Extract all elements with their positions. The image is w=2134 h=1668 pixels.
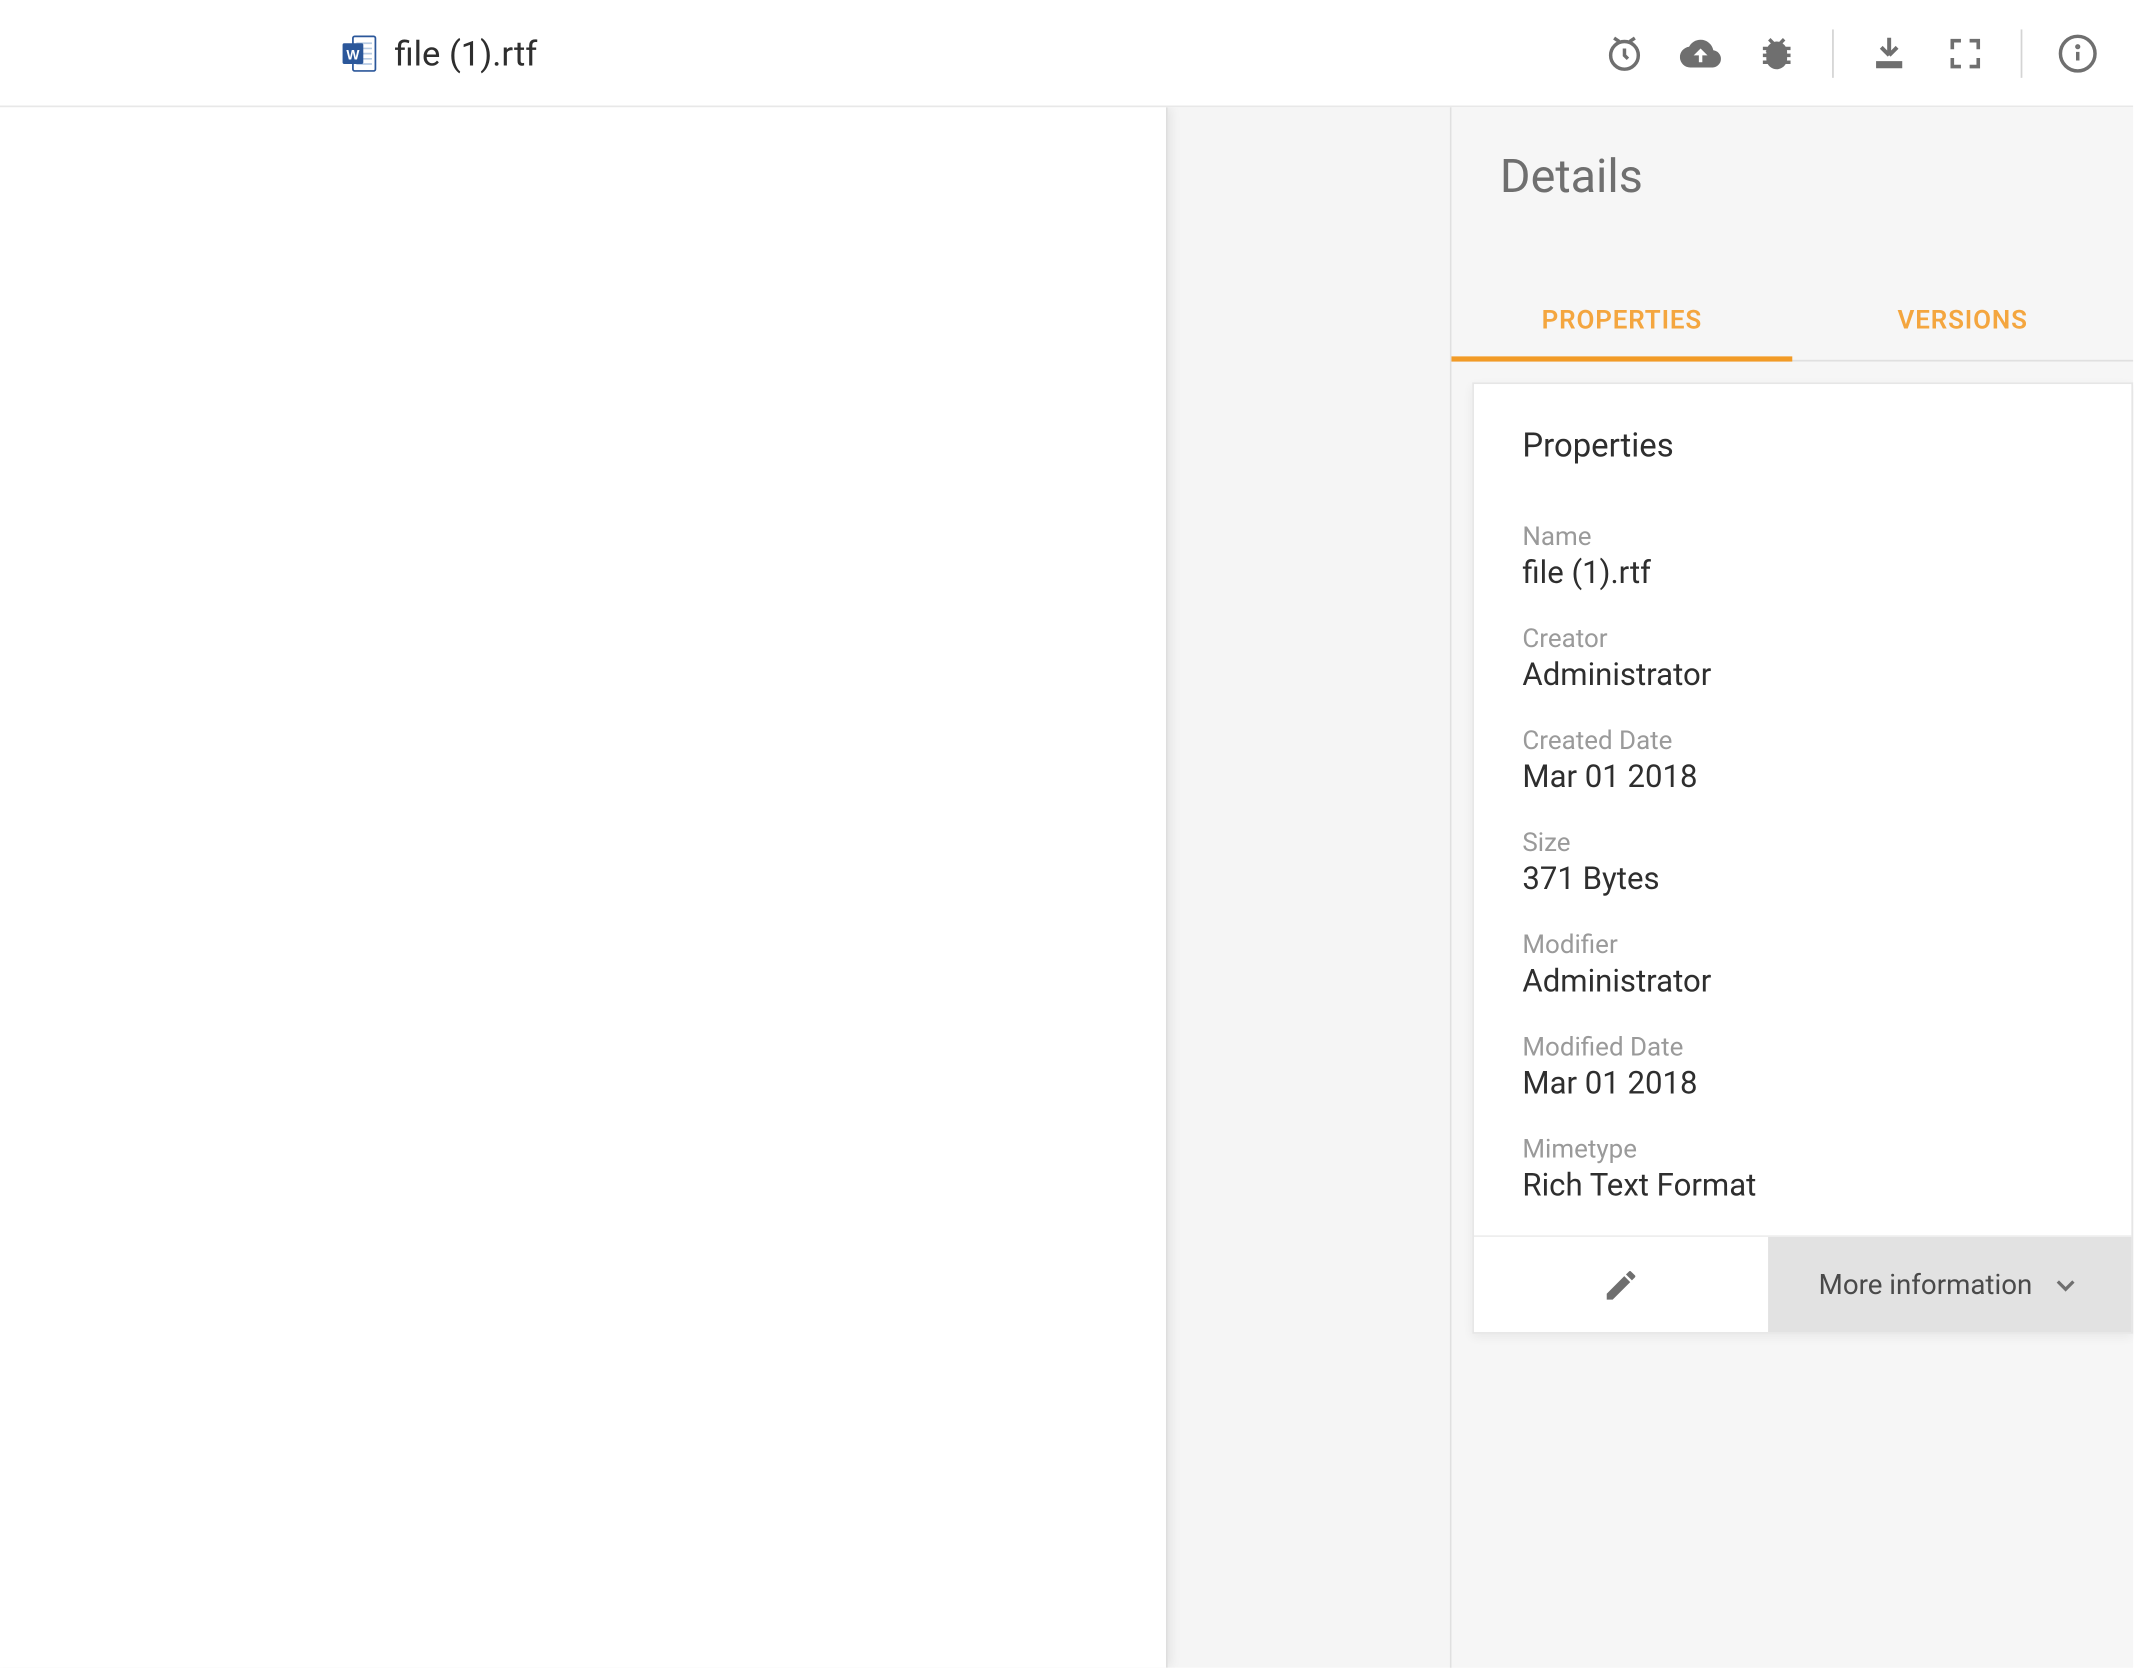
prop-modified-date: Modified Date Mar 01 2018 — [1522, 1031, 2083, 1102]
word-file-icon: W — [343, 34, 378, 72]
prop-value: 371 Bytes — [1522, 862, 2083, 898]
prop-mimetype: Mimetype Rich Text Format — [1522, 1133, 2083, 1204]
prop-label: Modifier — [1522, 929, 2083, 960]
prop-value: Mar 01 2018 — [1522, 759, 2083, 795]
file-name: file (1).rtf — [394, 32, 537, 74]
prop-size: Size 371 Bytes — [1522, 827, 2083, 898]
tabs: PROPERTIES VERSIONS — [1451, 273, 2133, 361]
toolbar — [1604, 29, 2099, 77]
card-footer: More information — [1474, 1235, 2131, 1332]
prop-created-date: Created Date Mar 01 2018 — [1522, 725, 2083, 796]
info-icon[interactable] — [2057, 32, 2099, 74]
prop-value: Administrator — [1522, 657, 2083, 693]
prop-label: Created Date — [1522, 725, 2083, 756]
svg-text:W: W — [346, 46, 360, 62]
document-viewer[interactable] — [0, 107, 1450, 1667]
prop-value: Administrator — [1522, 964, 2083, 1000]
properties-list: Name file (1).rtf Creator Administrator … — [1474, 483, 2131, 1236]
chevron-down-icon — [2050, 1269, 2081, 1300]
prop-value: Mar 01 2018 — [1522, 1066, 2083, 1102]
card-title: Properties — [1474, 384, 2131, 483]
toolbar-divider — [2021, 29, 2023, 77]
prop-label: Mimetype — [1522, 1133, 2083, 1164]
prop-label: Modified Date — [1522, 1031, 2083, 1062]
prop-label: Name — [1522, 521, 2083, 552]
tab-versions[interactable]: VERSIONS — [1792, 273, 2133, 360]
edit-button[interactable] — [1474, 1237, 1768, 1332]
details-heading: Details — [1451, 107, 2133, 221]
bug-icon[interactable] — [1756, 32, 1798, 74]
prop-value: Rich Text Format — [1522, 1168, 2083, 1204]
prop-label: Size — [1522, 827, 2083, 858]
details-panel: Details PROPERTIES VERSIONS Properties N… — [1450, 107, 2133, 1667]
more-info-label: More information — [1819, 1268, 2033, 1301]
file-title-area: W file (1).rtf — [343, 32, 538, 74]
prop-value: file (1).rtf — [1522, 555, 2083, 591]
tab-properties[interactable]: PROPERTIES — [1451, 273, 1792, 360]
more-information-button[interactable]: More information — [1768, 1237, 2131, 1332]
properties-card: Properties Name file (1).rtf Creator Adm… — [1472, 382, 2133, 1333]
header: W file (1).rtf — [0, 0, 2133, 107]
clock-icon[interactable] — [1604, 32, 1646, 74]
fullscreen-icon[interactable] — [1945, 32, 1987, 74]
prop-creator: Creator Administrator — [1522, 623, 2083, 694]
cloud-upload-icon[interactable] — [1680, 32, 1722, 74]
prop-label: Creator — [1522, 623, 2083, 654]
prop-name: Name file (1).rtf — [1522, 521, 2083, 592]
download-icon[interactable] — [1868, 32, 1910, 74]
pencil-icon — [1602, 1265, 1640, 1303]
prop-modifier: Modifier Administrator — [1522, 929, 2083, 1000]
toolbar-divider — [1832, 29, 1834, 77]
document-page — [0, 107, 1168, 1667]
